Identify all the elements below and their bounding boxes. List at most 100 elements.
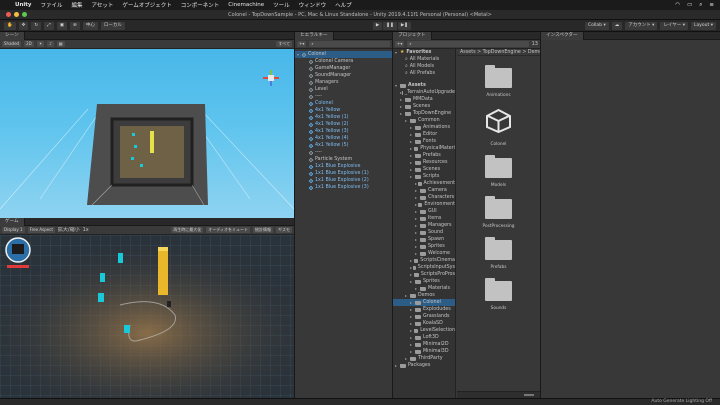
maximize-on-play-toggle[interactable]: 再生時に最大化 [171, 227, 204, 233]
asset-item[interactable]: Models [485, 155, 512, 188]
gizmos-dropdown[interactable]: ギズモ [276, 227, 292, 233]
effects-dropdown[interactable]: ▦ [56, 41, 65, 47]
tab-project[interactable]: プロジェクト [393, 31, 432, 40]
favorite-item[interactable]: ⌕ All Materials [393, 56, 455, 63]
hierarchy-item[interactable]: 1x1 Blue Explosive (1) [295, 170, 392, 177]
menu-gameobject[interactable]: ゲームオブジェクト [122, 1, 171, 9]
project-tree-item[interactable]: ▸ LevelSelection [393, 327, 455, 334]
hierarchy-item[interactable]: 4x1 Yellow (3) [295, 128, 392, 135]
hand-tool-button[interactable]: ✋ [4, 21, 16, 30]
hierarchy-item[interactable]: 4x1 Yellow (1) [295, 114, 392, 121]
play-button[interactable]: ▶ [372, 21, 383, 30]
pivot-toggle[interactable]: 中心 [82, 21, 98, 30]
project-tree-item[interactable]: ▸ Environment [393, 201, 455, 208]
favorite-item[interactable]: ⌕ All Models [393, 63, 455, 70]
hierarchy-search-input[interactable]: ⌕ [309, 41, 390, 47]
scene-gizmo[interactable] [262, 69, 280, 87]
cloud-icon[interactable]: ☁ [611, 21, 623, 30]
project-tree-item[interactable]: ▸ _TerrainAutoUpgrade [393, 89, 455, 96]
hierarchy-item[interactable]: Colonel [295, 100, 392, 107]
hierarchy-item[interactable]: Level [295, 86, 392, 93]
menu-cinemachine[interactable]: Cinemachine [228, 2, 264, 8]
project-create-dropdown[interactable]: +▾ [395, 41, 405, 47]
menu-file[interactable]: ファイル [40, 1, 62, 9]
menu-assets[interactable]: アセット [92, 1, 114, 9]
scale-value[interactable]: 1x [83, 227, 89, 234]
hierarchy-item[interactable]: 4x1 Yellow (5) [295, 142, 392, 149]
layout-dropdown[interactable]: Layout ▾ [691, 21, 716, 30]
project-tree-item[interactable]: ▸ Colonel [393, 299, 455, 306]
project-tree-item[interactable]: ▸ GUI [393, 208, 455, 215]
hierarchy-item[interactable]: ---- [295, 149, 392, 156]
hierarchy-item[interactable]: GameManager [295, 65, 392, 72]
display-dropdown[interactable]: Display 1 [2, 227, 25, 233]
project-tree-item[interactable]: ▸ Minimal2D [393, 341, 455, 348]
hierarchy-item[interactable]: 4x1 Yellow (4) [295, 135, 392, 142]
project-tree-item[interactable]: ▸ ScriptsInputSys [393, 264, 455, 271]
step-button[interactable]: ▶❚ [397, 21, 412, 30]
project-tree-item[interactable]: ▸ Camera [393, 187, 455, 194]
favorite-item[interactable]: ⌕ All Prefabs [393, 70, 455, 77]
project-tree-item[interactable]: ▸ Packages [393, 362, 455, 369]
account-dropdown[interactable]: アカウント ▾ [625, 21, 658, 30]
search-icon[interactable]: ⌕ [699, 2, 702, 9]
project-tree-item[interactable]: ▸ PhysicalMateri [393, 145, 455, 152]
hierarchy-item[interactable]: Colonel Camera [295, 58, 392, 65]
menu-tools[interactable]: ツール [273, 1, 290, 9]
asset-item[interactable]: Colonel [485, 108, 512, 147]
scene-viewport[interactable] [0, 49, 294, 218]
hierarchy-item[interactable]: ---- [295, 93, 392, 100]
hierarchy-item[interactable]: 1x1 Blue Explosive (3) [295, 184, 392, 191]
close-window-button[interactable] [6, 12, 11, 17]
rotate-tool-button[interactable]: ↻ [31, 21, 42, 30]
battery-icon[interactable]: ▭ [687, 2, 692, 8]
transform-tool-button[interactable]: ⊕ [70, 21, 80, 30]
project-tree-item[interactable]: ▸ Scenes [393, 103, 455, 110]
project-tree-item[interactable]: ▸ Animations [393, 124, 455, 131]
project-tree-item[interactable]: ▸ Demos [393, 292, 455, 299]
project-tree-item[interactable]: ▸ ScriptsProPros [393, 271, 455, 278]
project-tree-item[interactable]: ▸ Scenes [393, 166, 455, 173]
project-tree-item[interactable]: ▸ Sprites [393, 278, 455, 285]
layers-dropdown[interactable]: レイヤー ▾ [660, 21, 688, 30]
rect-tool-button[interactable]: ▣ [56, 21, 68, 30]
project-tree-item[interactable]: ▸ Welcome [393, 250, 455, 257]
app-menu[interactable]: Unity [15, 2, 31, 8]
project-tree-item[interactable]: ▸ Editor [393, 131, 455, 138]
local-toggle[interactable]: ローカル [100, 21, 125, 30]
project-tree-item[interactable]: ▸ KoalaSD [393, 320, 455, 327]
favorites-header[interactable]: ▾ ★ Favorites [393, 49, 455, 56]
asset-item[interactable]: PostProcessing [483, 196, 514, 229]
tab-scene[interactable]: シーン [0, 31, 25, 40]
tab-game[interactable]: ゲーム [0, 217, 25, 226]
project-tree-item[interactable]: ▸ Scripts [393, 173, 455, 180]
scene-search-dropdown[interactable]: すべて [276, 41, 292, 47]
wifi-icon[interactable]: ◠ [675, 2, 680, 8]
project-tree-item[interactable]: ▸ ScriptsCinema [393, 257, 455, 264]
breadcrumb[interactable]: Assets > TopDownEngine > Demos [457, 49, 540, 56]
lighting-toggle[interactable]: ☀ [36, 41, 45, 47]
tab-hierarchy[interactable]: ヒエラルキー [295, 31, 334, 40]
hierarchy-item[interactable]: 4x1 Yellow [295, 107, 392, 114]
project-tree-item[interactable]: ▸ Characters [393, 194, 455, 201]
project-tree-item[interactable]: ▸ Materials [393, 285, 455, 292]
menu-window[interactable]: ウィンドウ [299, 1, 327, 9]
icon-size-slider[interactable] [524, 394, 534, 396]
project-tree-item[interactable]: ▸ ThirdParty [393, 355, 455, 362]
project-tree-item[interactable]: ▸ Sprites [393, 243, 455, 250]
assets-header[interactable]: ▾ Assets [393, 82, 455, 89]
hierarchy-item[interactable]: Particle System [295, 156, 392, 163]
menu-edit[interactable]: 編集 [72, 1, 83, 9]
stats-toggle[interactable]: 統計情報 [253, 227, 273, 233]
project-tree-item[interactable]: ▸ Prefabs [393, 152, 455, 159]
menu-help[interactable]: ヘルプ [335, 1, 352, 9]
hierarchy-item[interactable]: ▾ Colonel [295, 51, 392, 58]
aspect-dropdown[interactable]: Free Aspect [27, 227, 55, 233]
project-tree-item[interactable]: ▸ Managers [393, 222, 455, 229]
project-tree-item[interactable]: ▸ Fonts [393, 138, 455, 145]
scale-tool-button[interactable]: ⤢ [44, 21, 54, 30]
tab-inspector[interactable]: インスペクター [541, 31, 584, 40]
project-tree-item[interactable]: ▸ Grasslands [393, 313, 455, 320]
project-search-input[interactable]: ⌕ [407, 41, 529, 47]
project-tree-item[interactable]: ▸ Items [393, 215, 455, 222]
